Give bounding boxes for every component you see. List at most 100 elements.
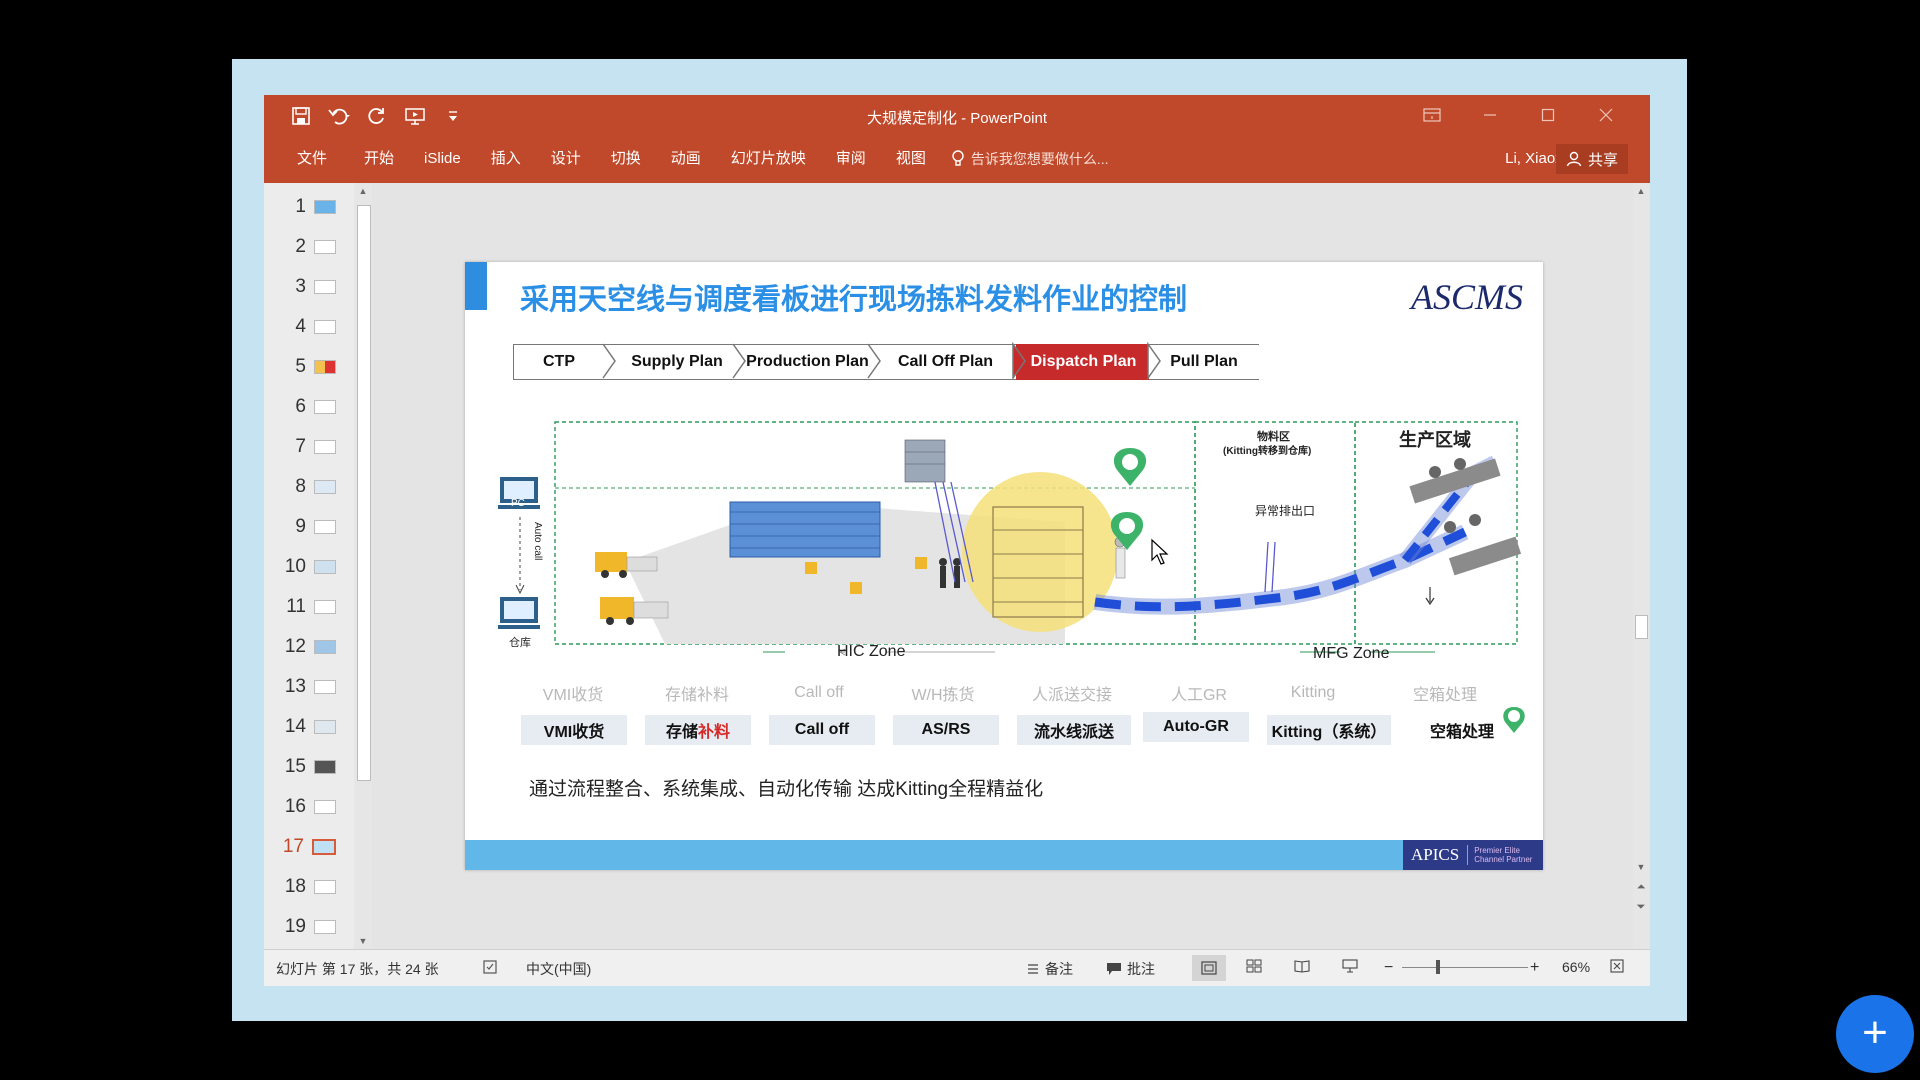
thumbnail-19[interactable]: 19 — [264, 907, 336, 947]
warehouse-illustration[interactable] — [465, 412, 1543, 682]
zoom-out-button[interactable]: − — [1384, 959, 1393, 977]
ribbon-display-options-icon[interactable] — [1412, 103, 1452, 127]
scroll-up-icon[interactable]: ▲ — [354, 183, 372, 199]
scroll-thumb[interactable] — [1635, 615, 1648, 639]
step-auto-gr[interactable]: Auto-GR — [1143, 712, 1249, 742]
thumbnail-number: 6 — [295, 396, 306, 417]
slide-scroll-track[interactable]: ▲ ▼ ⏶ ⏷ — [1633, 183, 1649, 949]
thumbnail-12[interactable]: 12 — [264, 627, 336, 667]
thumbnail-number: 12 — [284, 636, 306, 657]
slideshow-view-button[interactable] — [1342, 959, 1358, 973]
fit-to-window-button[interactable] — [1610, 959, 1624, 973]
tab-design[interactable]: 设计 — [536, 147, 596, 171]
thumbnail-13[interactable]: 13 — [264, 667, 336, 707]
thumbnail-image — [312, 839, 336, 855]
step-label-part2: 补料 — [698, 724, 731, 741]
thumbnail-6[interactable]: 6 — [264, 387, 336, 427]
normal-view-button[interactable] — [1192, 955, 1226, 981]
notes-button[interactable]: 备注 — [1026, 959, 1073, 979]
reading-view-button[interactable] — [1294, 959, 1310, 973]
maximize-icon[interactable] — [1528, 103, 1568, 127]
thumbnail-17[interactable]: 17 — [264, 827, 336, 867]
zoom-slider-track[interactable] — [1402, 967, 1528, 968]
minimize-icon[interactable] — [1470, 103, 1510, 127]
ghost-step-vmi: VMI收货 — [542, 687, 604, 704]
tab-file[interactable]: 文件 — [282, 147, 342, 171]
thumbnail-7[interactable]: 7 — [264, 427, 336, 467]
tab-insert[interactable]: 插入 — [476, 147, 536, 171]
next-slide-icon[interactable]: ⏷ — [1633, 899, 1649, 915]
thumbnail-image — [314, 400, 336, 414]
tab-review[interactable]: 审阅 — [821, 147, 881, 171]
slide-canvas[interactable]: 采用天空线与调度看板进行现场拣料发料作业的控制 ASCMS CTP Supply… — [465, 262, 1543, 870]
thumbnail-number: 10 — [284, 556, 306, 577]
thumbnail-16[interactable]: 16 — [264, 787, 336, 827]
thumbnail-18[interactable]: 18 — [264, 867, 336, 907]
thumbnail-image — [314, 880, 336, 894]
person-icon — [1566, 151, 1582, 167]
previous-slide-icon[interactable]: ⏶ — [1633, 879, 1649, 895]
tab-animations[interactable]: 动画 — [656, 147, 716, 171]
thumbnail-9[interactable]: 9 — [264, 507, 336, 547]
comment-icon — [1107, 963, 1121, 975]
thumbnail-image — [314, 720, 336, 734]
scroll-down-icon[interactable]: ▼ — [1633, 859, 1649, 875]
step-asrs[interactable]: AS/RS — [893, 715, 999, 745]
tab-transitions[interactable]: 切换 — [596, 147, 656, 171]
thumbnail-10[interactable]: 10 — [264, 547, 336, 587]
close-icon[interactable] — [1586, 103, 1626, 127]
tell-me-search[interactable]: 告诉我您想要做什么... — [951, 149, 1109, 169]
notes-label: 备注 — [1045, 961, 1073, 977]
thumbnail-scrollbar[interactable]: ▲ ▼ — [354, 183, 372, 949]
thumbnail-number: 17 — [282, 836, 304, 857]
language-status[interactable]: 中文(中国) — [526, 959, 591, 979]
spell-check-icon[interactable] — [482, 959, 498, 975]
add-floating-button[interactable]: + — [1836, 995, 1914, 1073]
scroll-up-icon[interactable]: ▲ — [1633, 183, 1649, 199]
thumbnail-8[interactable]: 8 — [264, 467, 336, 507]
comments-button[interactable]: 批注 — [1106, 959, 1155, 979]
step-kitting-system[interactable]: Kitting（系统） — [1267, 715, 1391, 745]
mouse-cursor-icon — [1151, 538, 1169, 565]
slide-sorter-button[interactable] — [1246, 959, 1262, 973]
step-call-off[interactable]: Call off — [769, 715, 875, 745]
thumbnail-14[interactable]: 14 — [264, 707, 336, 747]
tab-home[interactable]: 开始 — [342, 147, 409, 171]
thumbnail-11[interactable]: 11 — [264, 587, 336, 627]
scroll-down-icon[interactable]: ▼ — [354, 933, 372, 949]
thumbnail-image — [314, 680, 336, 694]
thumbnail-4[interactable]: 4 — [264, 307, 336, 347]
slide-scrollbar[interactable]: ▲ ▼ ⏶ ⏷ — [1633, 183, 1650, 949]
zoom-level[interactable]: 66% — [1562, 959, 1590, 975]
slide-footer-text[interactable]: 通过流程整合、系统集成、自动化传输 达成Kitting全程精益化 — [529, 774, 1043, 801]
tab-view[interactable]: 视图 — [881, 147, 941, 171]
ascms-logo: ASCMS — [1411, 277, 1523, 317]
thumbnail-image — [314, 480, 336, 494]
thumbnail-3[interactable]: 3 — [264, 267, 336, 307]
thumbnail-image — [314, 360, 336, 374]
slide-count-status[interactable]: 幻灯片 第 17 张，共 24 张 — [276, 959, 439, 979]
warehouse-label: 仓库 — [509, 637, 531, 649]
apics-badge: APICS Premier Elite Channel Partner — [1403, 840, 1543, 870]
title-bar: 大规模定制化 - PowerPoint 文件 开始 iSlide 插入 设计 切… — [264, 95, 1650, 183]
tab-islide[interactable]: iSlide — [409, 147, 476, 171]
step-storage-replenish[interactable]: 存储 补料 — [645, 715, 751, 745]
mfg-zone-label: MFG Zone — [1313, 645, 1390, 662]
zoom-slider-thumb[interactable] — [1436, 960, 1440, 974]
scroll-thumb[interactable] — [357, 205, 371, 781]
step-line-delivery[interactable]: 流水线派送 — [1017, 715, 1131, 745]
slide-thumbnail-pane: 1 2 3 4 5 6 7 8 9 10 11 12 13 14 15 16 1… — [264, 183, 354, 949]
apics-mark: APICS — [1403, 845, 1469, 865]
thumbnail-5[interactable]: 5 — [264, 347, 336, 387]
thumbnail-15[interactable]: 15 — [264, 747, 336, 787]
step-vmi-receiving[interactable]: VMI收货 — [521, 715, 627, 745]
share-button[interactable]: 共享 — [1555, 144, 1628, 174]
thumbnail-2[interactable]: 2 — [264, 227, 336, 267]
tab-slideshow[interactable]: 幻灯片放映 — [716, 147, 821, 171]
thumbnail-1[interactable]: 1 — [264, 187, 336, 227]
ghost-step-picking: W/H拣货 — [911, 687, 975, 704]
slide-bottom-band — [465, 840, 1543, 870]
thumbnail-number: 2 — [295, 236, 306, 257]
slide-title[interactable]: 采用天空线与调度看板进行现场拣料发料作业的控制 — [520, 276, 1187, 318]
zoom-in-button[interactable]: + — [1530, 959, 1539, 977]
